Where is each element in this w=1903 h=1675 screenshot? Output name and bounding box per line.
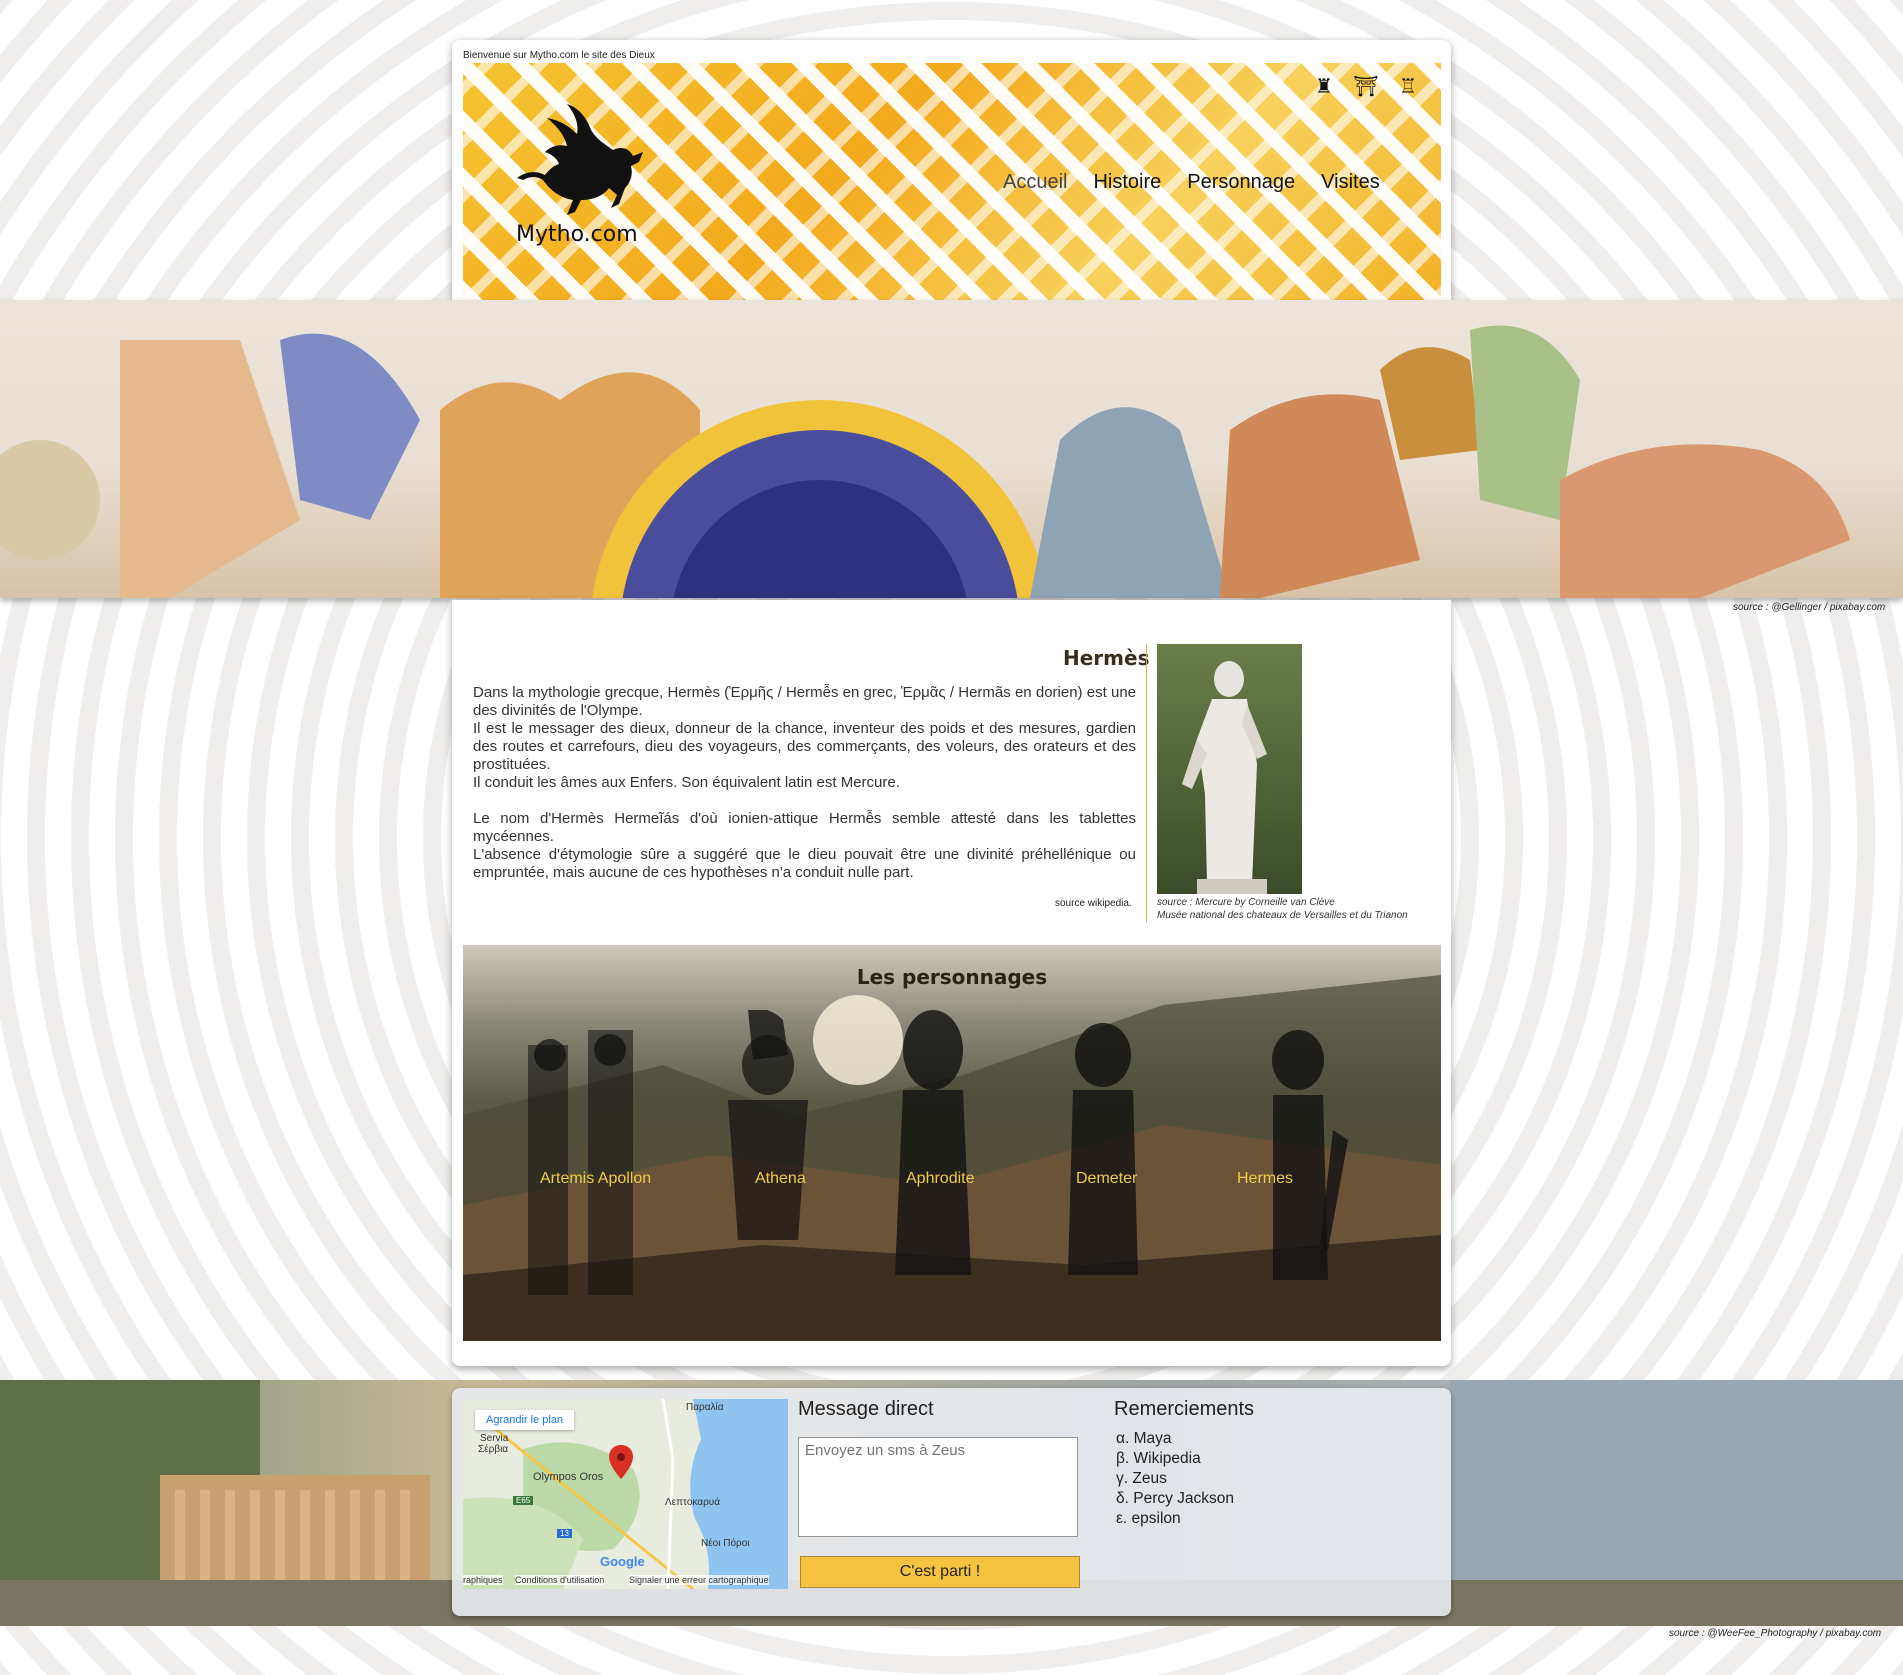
thanks-list: α. Maya β. Wikipedia γ. Zeus δ. Percy Ja… [1116,1429,1234,1529]
fresco-banner [0,300,1903,598]
map-terms-link[interactable]: Conditions d'utilisation [515,1575,605,1585]
artemis-apollon-figure[interactable] [528,1025,648,1300]
map-label: Παραλία [686,1402,724,1413]
article-body: Dans la mythologie grecque, Hermès (Ἑρμῆ… [473,684,1136,882]
map-label: Σέρβια [478,1444,509,1455]
map-label: Νέοι Πόροι [701,1538,750,1549]
statue-caption-line: Musée national des chateaux de Versaille… [1157,910,1408,921]
banner-credit: source : @Gellinger / pixabay.com [1733,602,1886,613]
athena-figure[interactable] [713,1008,823,1245]
nav-accueil[interactable]: Accueil [1003,171,1067,194]
enlarge-map-button[interactable]: Agrandir le plan [475,1410,575,1430]
castle-icon[interactable]: ♜ [1312,74,1336,98]
list-item: ε. epsilon [1116,1510,1181,1527]
message-title: Message direct [798,1398,934,1420]
list-item: γ. Zeus [1116,1470,1167,1487]
perso-label-demeter[interactable]: Demeter [1076,1170,1137,1188]
pagoda-icon[interactable]: ⛩ [1353,74,1378,98]
statue-divider [1146,644,1147,922]
map-road-badge: E65 [513,1496,534,1505]
perso-label-athena[interactable]: Athena [755,1170,806,1188]
statue-caption: source : Mercure by Corneille van Clève … [1157,896,1408,922]
statue-caption-line: source : Mercure by Corneille van Clève [1157,897,1335,908]
hermes-statue-image [1157,644,1302,894]
nav-histoire[interactable]: Histoire [1093,171,1161,194]
article-paragraph: Dans la mythologie grecque, Hermès (Ἑρμῆ… [473,684,1136,719]
nav-visites[interactable]: Visites [1321,171,1380,194]
perso-label-aphrodite[interactable]: Aphrodite [906,1170,975,1188]
demeter-figure[interactable] [1063,1015,1143,1280]
map-label: Olympos Oros [533,1471,604,1483]
nav-personnage[interactable]: Personnage [1187,171,1295,194]
personnages-title: Les personnages [856,965,1048,989]
map-pin-icon[interactable] [609,1445,633,1484]
thanks-title: Remerciements [1114,1398,1255,1420]
article-paragraph: Il conduit les âmes aux Enfers. Son équi… [473,774,900,791]
fresco-illustration [0,325,1850,598]
article-paragraph: Le nom d'Hermès Hermeĩás d'où ionien-att… [473,810,1136,845]
list-item: δ. Percy Jackson [1116,1490,1235,1507]
rook-icon[interactable]: ♖ [1396,74,1420,98]
top-icons: ♜ ⛩ ♖ [1312,74,1420,98]
welcome-text: Bienvenue sur Mytho.com le site des Dieu… [463,50,655,61]
map-data-label: raphiques [463,1575,503,1585]
google-map[interactable]: Agrandir le plan Παραλία Servia Σέρβια O… [463,1399,788,1589]
map-label: Servia [480,1433,509,1444]
message-textarea[interactable] [798,1437,1078,1537]
map-report-link[interactable]: Signaler une erreur cartographique [629,1575,769,1585]
map-road-badge: 13 [557,1529,572,1538]
personnages-section: Les personnages Artemis Apollon Athena A… [463,945,1441,1341]
aphrodite-figure[interactable] [893,1005,973,1280]
hermes-figure[interactable] [1258,1020,1358,1285]
send-button[interactable]: C'est parti ! [800,1556,1080,1588]
article-paragraph: Il est le messager des dieux, donneur de… [473,720,1136,773]
article-title: Hermès [1063,646,1150,670]
google-logo: Google [600,1554,645,1569]
perso-label-hermes[interactable]: Hermes [1237,1170,1293,1188]
footer-credit: source : @WeeFee_Photography / pixabay.c… [1669,1628,1882,1639]
main-nav: Accueil Histoire Personnage Visites [1003,171,1380,194]
map-label: Λεπτοκαρυά [665,1497,721,1508]
list-item: α. Maya [1116,1430,1172,1447]
wikipedia-source: source wikipedia. [1055,898,1132,909]
list-item: β. Wikipedia [1116,1450,1201,1467]
logo-text: Mytho.com [516,222,638,247]
article-paragraph: L'absence d'étymologie sûre a suggéré qu… [473,846,1136,881]
perso-label-artemis-apollon[interactable]: Artemis Apollon [540,1170,651,1188]
